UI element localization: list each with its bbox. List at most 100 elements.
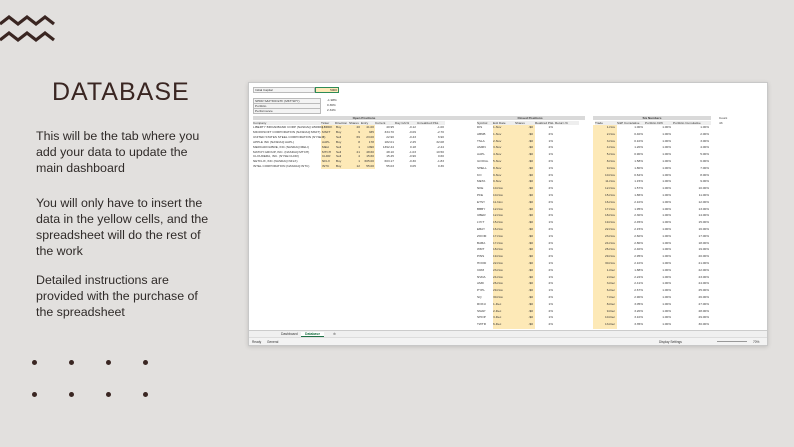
status-ready: Ready bbox=[252, 340, 262, 344]
table-cell: 2.10% bbox=[634, 199, 643, 204]
table-cell: 2% bbox=[548, 281, 553, 286]
table-cell: -$0 bbox=[528, 322, 533, 327]
count-label: Count bbox=[719, 116, 728, 120]
table-cell: -2.44 bbox=[436, 144, 444, 149]
table-cell: 2-Nov bbox=[493, 138, 502, 143]
list-item: 9-Dec bbox=[606, 308, 615, 313]
table-cell: 1.00% bbox=[662, 131, 671, 136]
table-cell: 55.00 bbox=[366, 164, 374, 169]
table-cell: -$0 bbox=[528, 213, 533, 218]
list-item: SHOP bbox=[477, 315, 486, 320]
table-cell: 21 bbox=[356, 149, 360, 154]
table-cell: 1% bbox=[548, 315, 553, 320]
list-item: HOOD bbox=[477, 261, 487, 265]
table-cell: 30.00% bbox=[698, 322, 710, 327]
table-cell: 14.00% bbox=[698, 213, 710, 218]
table-cell: 24.00% bbox=[698, 281, 710, 286]
table-cell: 2.15% bbox=[634, 227, 643, 231]
table-cell: Sell bbox=[336, 144, 342, 149]
initial-capital-input[interactable]: 5000 bbox=[315, 87, 339, 93]
table-cell: 1-Dec bbox=[493, 301, 502, 306]
table-cell: 2% bbox=[548, 131, 553, 136]
table-cell: 10-Nov bbox=[493, 186, 503, 191]
table-cell: -$0 bbox=[528, 220, 533, 225]
table-cell: -$0 bbox=[528, 125, 533, 129]
list-item: WMT bbox=[477, 247, 485, 252]
table-cell: 1.00% bbox=[700, 125, 709, 129]
table-cell: 22.00% bbox=[698, 267, 710, 272]
table-cell: 15-Nov bbox=[493, 220, 503, 225]
table-cell: 28.00% bbox=[698, 308, 710, 313]
list-item: SNAP bbox=[477, 308, 486, 313]
table-cell: 0.36 bbox=[437, 164, 444, 169]
table-cell: 26-Nov bbox=[493, 281, 503, 286]
table-cell: 1.20% bbox=[634, 145, 643, 150]
display-settings-button[interactable]: Display Settings bbox=[659, 338, 682, 345]
table-row: APPLE INC (NASDAQ:AAPL) bbox=[253, 139, 294, 144]
table-cell: -$0 bbox=[528, 301, 533, 306]
table-cell: 1.88% bbox=[634, 267, 643, 272]
table-cell: 1.00% bbox=[662, 165, 671, 170]
list-item: AAPL bbox=[477, 152, 485, 157]
table-cell: 9-Nov bbox=[493, 172, 502, 177]
performance-value: 2.34% bbox=[327, 108, 336, 112]
table-cell: 22-Nov bbox=[493, 261, 503, 265]
table-cell: 1% bbox=[548, 138, 553, 143]
table-cell: 2.67% bbox=[634, 288, 643, 293]
table-cell: 0.90% bbox=[634, 152, 643, 157]
table-cell: LBRDK bbox=[322, 125, 333, 129]
table-cell: 1.15% bbox=[634, 179, 643, 184]
table-cell: 16.00% bbox=[698, 227, 710, 231]
table-cell: -0.30 bbox=[408, 159, 416, 164]
table-cell: 2.60% bbox=[634, 233, 643, 238]
table-cell: 1.00% bbox=[662, 138, 671, 143]
table-cell: 8-Nov bbox=[493, 165, 502, 170]
table-cell: 17-Nov bbox=[493, 240, 503, 245]
table-cell: 1% bbox=[548, 125, 553, 129]
table-cell: 2.45% bbox=[634, 220, 643, 225]
table-cell: -$0 bbox=[528, 193, 533, 197]
list-item: 26-Nov bbox=[605, 247, 615, 252]
table-cell: 3.05% bbox=[634, 301, 643, 306]
table-cell: 1.57% bbox=[634, 186, 643, 191]
table-cell: 24-Nov bbox=[493, 274, 503, 279]
table-cell: -$0 bbox=[528, 152, 533, 157]
column-header: Return % bbox=[555, 121, 579, 125]
list-item: ROKU bbox=[477, 301, 486, 306]
table-cell: 7.00% bbox=[700, 165, 709, 170]
table-cell: Sell bbox=[336, 134, 342, 139]
description-paragraph-1: This will be the tab where you add your … bbox=[36, 129, 200, 175]
table-cell: 29.00% bbox=[698, 315, 710, 320]
table-cell: 1% bbox=[548, 206, 553, 211]
table-cell: 1.00% bbox=[662, 227, 671, 231]
table-cell: 334.70 bbox=[384, 129, 394, 134]
table-cell: 1 bbox=[358, 144, 360, 149]
table-cell: 2.80% bbox=[634, 240, 643, 245]
table-cell: 12-Nov bbox=[493, 206, 503, 211]
table-cell: 26.00% bbox=[698, 295, 710, 299]
list-item: 9-Nov bbox=[606, 165, 615, 170]
table-cell: 9-Nov bbox=[493, 179, 502, 184]
table-cell: 12.00% bbox=[698, 199, 710, 204]
table-cell: 41.00 bbox=[366, 125, 374, 129]
table-cell: 1.00% bbox=[662, 288, 671, 293]
zoom-slider[interactable] bbox=[717, 341, 747, 342]
table-cell: 1392.44 bbox=[382, 144, 394, 149]
table-cell: 0.40% bbox=[634, 131, 643, 136]
list-item: 6-Dec bbox=[606, 288, 615, 293]
table-cell: -$0 bbox=[528, 308, 533, 313]
table-cell: 2% bbox=[548, 267, 553, 272]
list-item: SHELL bbox=[477, 165, 487, 170]
table-cell: 6.00% bbox=[700, 159, 709, 163]
description-paragraph-2: You will only have to insert the data in… bbox=[36, 196, 209, 258]
table-cell: -$0 bbox=[528, 138, 533, 143]
list-item: 22-Nov bbox=[605, 227, 615, 231]
table-cell: 2.10% bbox=[634, 261, 643, 265]
list-item: UBER bbox=[477, 213, 486, 218]
table-cell: 2% bbox=[548, 199, 553, 204]
table-cell: Sell bbox=[336, 149, 342, 154]
list-item: 1-Dec bbox=[606, 267, 615, 272]
table-cell: -$0 bbox=[528, 227, 533, 231]
table-cell: 2.00% bbox=[700, 131, 709, 136]
table-cell: 1.58% bbox=[634, 159, 643, 163]
